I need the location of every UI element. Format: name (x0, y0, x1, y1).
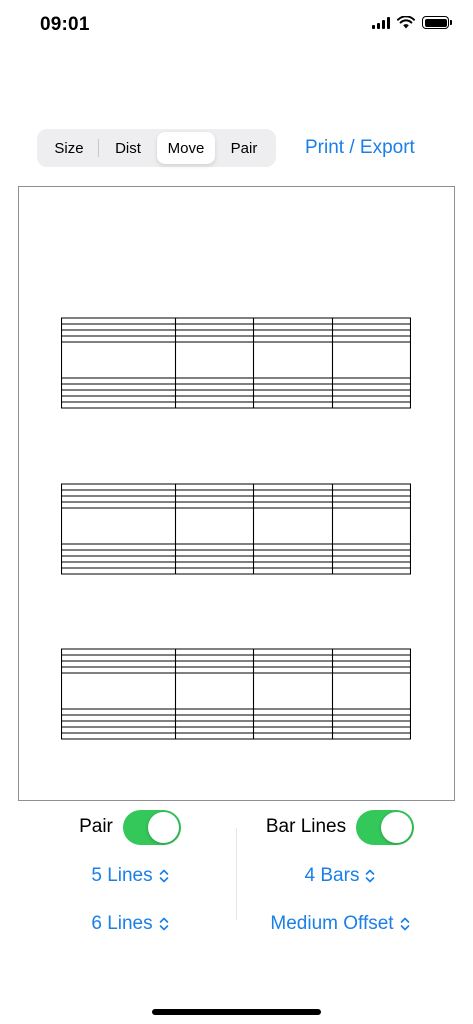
bar-lines-toggle-label: Bar Lines (265, 816, 347, 837)
print-export-button[interactable]: Print / Export (305, 137, 415, 159)
page-preview (18, 186, 455, 801)
lines-picker-top[interactable]: 5 Lines (30, 861, 230, 891)
segment-move[interactable]: Move (157, 132, 215, 164)
toggle-knob (147, 811, 179, 843)
lines-picker-bottom-label: 6 Lines (91, 913, 153, 934)
staff-system-3 (61, 648, 411, 740)
segment-pair[interactable]: Pair (215, 132, 273, 164)
pair-toggle-row: Pair (30, 808, 230, 846)
wifi-icon (397, 16, 415, 29)
status-time: 09:01 (40, 14, 90, 35)
battery-icon (422, 16, 452, 29)
pair-toggle[interactable] (122, 809, 181, 845)
offset-picker[interactable]: Medium Offset (240, 909, 440, 939)
staff-system-1 (61, 317, 411, 409)
lines-picker-top-label: 5 Lines (91, 865, 153, 886)
home-indicator (152, 1009, 321, 1015)
segment-size[interactable]: Size (40, 132, 98, 164)
chevron-up-down-icon (366, 869, 375, 883)
chevron-up-down-icon (159, 917, 168, 931)
lines-picker-bottom[interactable]: 6 Lines (30, 909, 230, 939)
bar-lines-toggle[interactable] (356, 809, 415, 845)
right-controls: Bar Lines 4 Bars Medium Offset (240, 806, 440, 939)
segment-dist[interactable]: Dist (99, 132, 157, 164)
pair-toggle-label: Pair (79, 816, 113, 837)
cellular-signal-icon (372, 16, 390, 29)
chevron-up-down-icon (159, 869, 168, 883)
bars-picker[interactable]: 4 Bars (240, 861, 440, 891)
chevron-up-down-icon (400, 917, 409, 931)
offset-picker-label: Medium Offset (270, 913, 394, 934)
status-icons (372, 16, 452, 29)
toggle-knob (381, 811, 413, 843)
controls-divider (236, 828, 237, 920)
bars-picker-label: 4 Bars (304, 865, 360, 886)
bar-lines-toggle-row: Bar Lines (240, 808, 440, 846)
mode-segmented-control: Size Dist Move Pair (37, 129, 276, 167)
staff-system-2 (61, 483, 411, 575)
left-controls: Pair 5 Lines 6 Lines (30, 806, 230, 939)
